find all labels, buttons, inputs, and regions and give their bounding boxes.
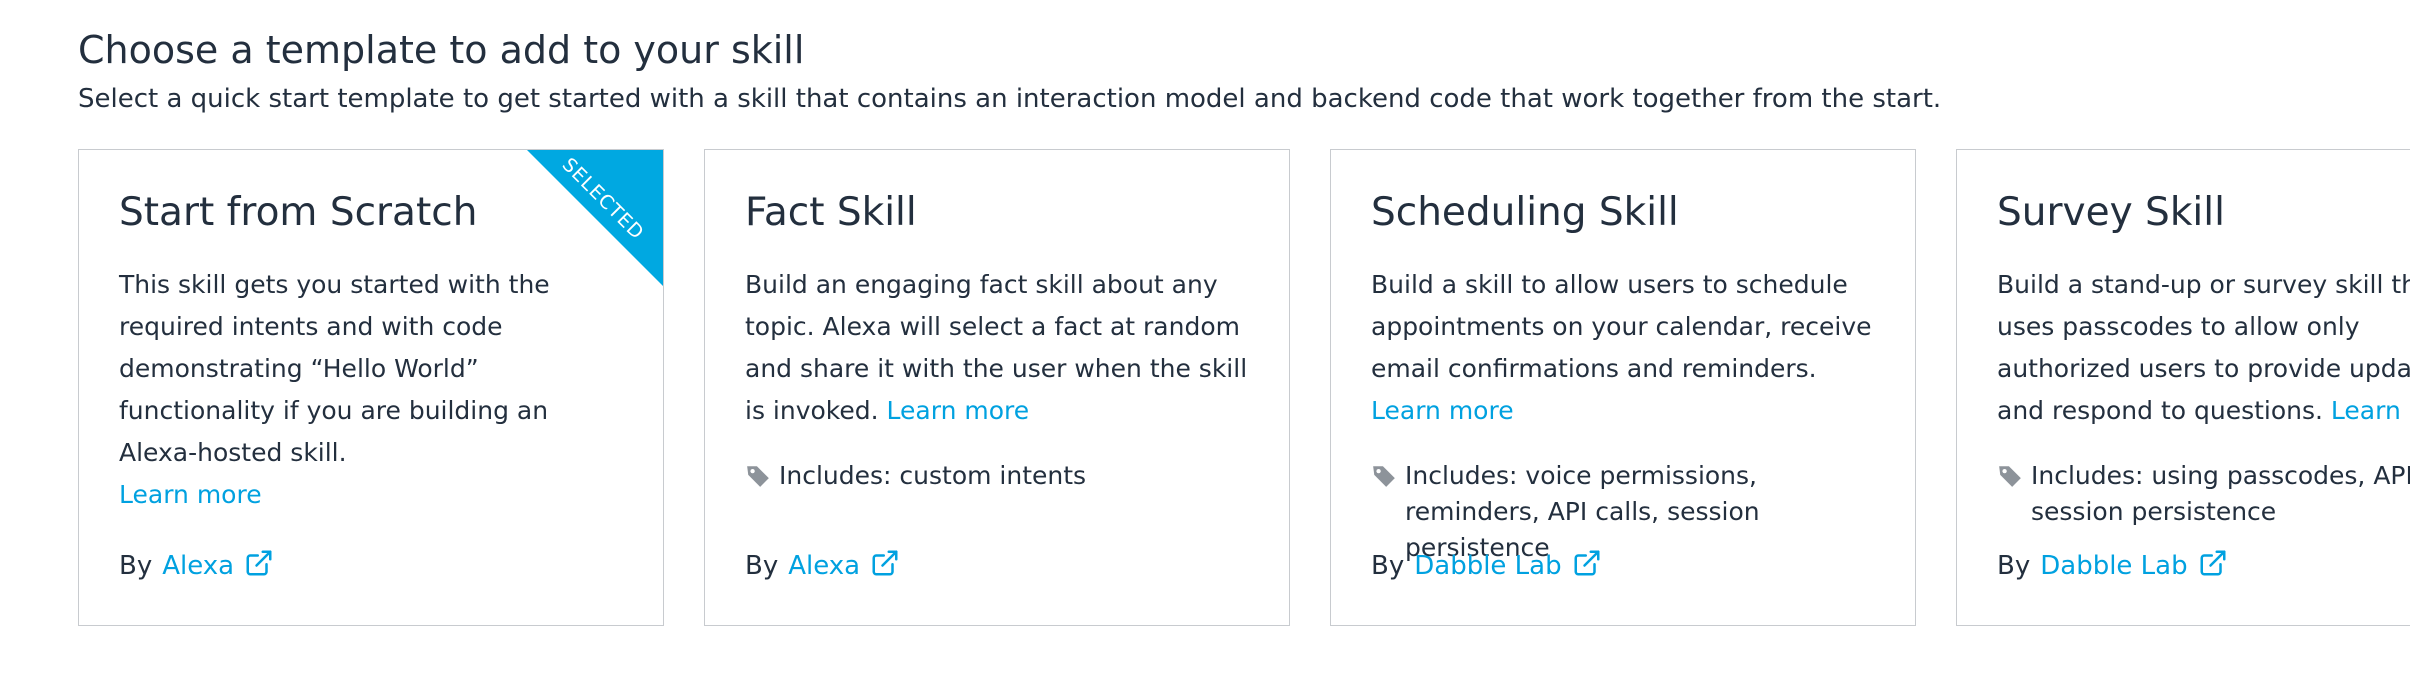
- selected-ribbon: SELECTED: [527, 150, 663, 286]
- card-includes: Includes: using passcodes, API calls, se…: [1997, 458, 2410, 530]
- card-description: This skill gets you started with the req…: [119, 264, 623, 516]
- includes-text: Includes: custom intents: [779, 461, 1087, 490]
- card-includes: Includes: custom intents: [745, 458, 1259, 494]
- template-card-survey-skill[interactable]: Survey Skill Build a stand-up or survey …: [1956, 149, 2410, 626]
- template-card-list: SELECTED Start from Scratch This skill g…: [78, 149, 2410, 629]
- card-byline: By Dabble Lab: [1371, 548, 1602, 584]
- card-description-text: This skill gets you started with the req…: [119, 270, 550, 467]
- tag-icon: [747, 466, 769, 487]
- by-label: By: [1997, 551, 2031, 581]
- page-title: Choose a template to add to your skill: [78, 28, 805, 72]
- card-description: Build a skill to allow users to schedule…: [1371, 264, 1875, 432]
- template-picker: Choose a template to add to your skill S…: [0, 0, 2410, 692]
- includes-text: Includes: using passcodes, API calls, se…: [2031, 461, 2410, 526]
- learn-more-link[interactable]: Learn more: [2331, 396, 2410, 425]
- by-label: By: [119, 551, 153, 581]
- card-byline: By Alexa: [745, 548, 900, 584]
- selected-ribbon-triangle: [527, 150, 663, 286]
- author-link[interactable]: Dabble Lab: [2040, 548, 2187, 584]
- page-header: Choose a template to add to your skill S…: [78, 26, 2378, 116]
- card-description: Build a stand-up or survey skill that us…: [1997, 264, 2410, 432]
- template-card-start-from-scratch[interactable]: SELECTED Start from Scratch This skill g…: [78, 149, 664, 626]
- card-title: Fact Skill: [745, 190, 917, 235]
- author-link[interactable]: Dabble Lab: [1414, 548, 1561, 584]
- external-link-icon[interactable]: [244, 548, 274, 578]
- card-description: Build an engaging fact skill about any t…: [745, 264, 1249, 432]
- external-link-icon[interactable]: [1572, 548, 1602, 578]
- learn-more-link[interactable]: Learn more: [1371, 396, 1514, 425]
- by-label: By: [1371, 551, 1405, 581]
- external-link-icon[interactable]: [870, 548, 900, 578]
- card-title: Scheduling Skill: [1371, 190, 1679, 235]
- author-link[interactable]: Alexa: [162, 548, 234, 584]
- by-label: By: [745, 551, 779, 581]
- card-title: Survey Skill: [1997, 190, 2225, 235]
- tag-icon: [1999, 466, 2021, 487]
- author-link[interactable]: Alexa: [788, 548, 860, 584]
- template-card-scheduling-skill[interactable]: Scheduling Skill Build a skill to allow …: [1330, 149, 1916, 626]
- card-byline: By Dabble Lab: [1997, 548, 2228, 584]
- learn-more-link[interactable]: Learn more: [119, 480, 262, 509]
- external-link-icon[interactable]: [2198, 548, 2228, 578]
- learn-more-link[interactable]: Learn more: [887, 396, 1030, 425]
- card-byline: By Alexa: [119, 548, 274, 584]
- card-description-text: Build a skill to allow users to schedule…: [1371, 270, 1872, 383]
- tag-icon: [1373, 466, 1395, 487]
- template-card-fact-skill[interactable]: Fact Skill Build an engaging fact skill …: [704, 149, 1290, 626]
- page-subtitle: Select a quick start template to get sta…: [78, 84, 1942, 114]
